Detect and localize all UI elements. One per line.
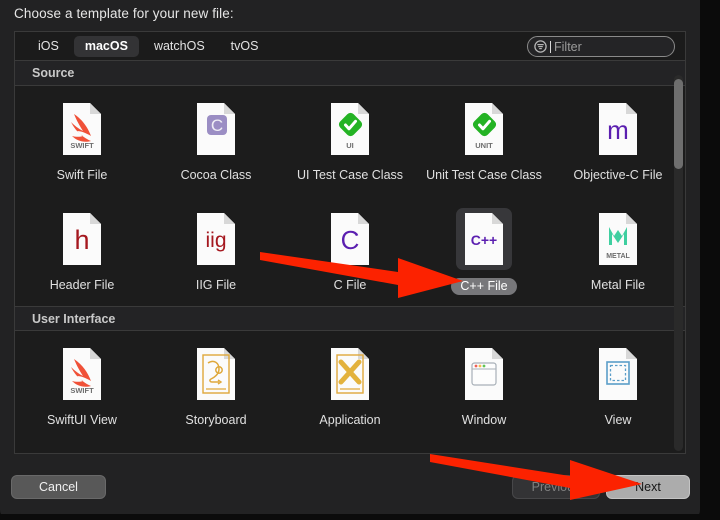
tab-watchos[interactable]: watchOS	[143, 36, 216, 57]
next-button[interactable]: Next	[606, 475, 690, 499]
svg-text:h: h	[74, 225, 89, 255]
section-header-source: Source	[15, 61, 685, 86]
template-item-objective-c-file[interactable]: m Objective-C File	[551, 98, 685, 196]
dialog-footer: Cancel Previous Next	[0, 455, 700, 520]
template-item-unit-test-case-class[interactable]: UNIT Unit Test Case Class	[417, 98, 551, 196]
template-item-application[interactable]: Application	[283, 343, 417, 441]
template-item-metal-file[interactable]: METAL Metal File	[551, 208, 685, 306]
desktop-backdrop-right	[700, 0, 720, 520]
c-file-icon: C	[322, 208, 378, 270]
template-item-label: C File	[333, 278, 367, 292]
swift-file-icon: SWIFT	[54, 98, 110, 160]
template-item-cocoa-class[interactable]: C Cocoa Class	[149, 98, 283, 196]
filter-icon	[534, 40, 547, 53]
filter-placeholder: Filter	[554, 39, 582, 54]
template-row: SWIFT SwiftUI View Storyboard Applicatio…	[15, 331, 685, 441]
svg-text:SWIFT: SWIFT	[70, 386, 94, 395]
svg-text:UI: UI	[346, 141, 354, 150]
svg-text:C++: C++	[471, 232, 497, 248]
unit-test-case-icon: UNIT	[456, 98, 512, 160]
window-icon	[456, 343, 512, 405]
previous-button[interactable]: Previous	[512, 475, 600, 499]
template-item-label: IIG File	[195, 278, 237, 292]
svg-text:iig: iig	[205, 229, 226, 252]
template-list-panel[interactable]: Source SWIFT Swift File C Cocoa Class UI…	[14, 60, 686, 454]
swiftui-view-icon: SWIFT	[54, 343, 110, 405]
template-item-label: Window	[461, 413, 507, 427]
template-item-iig-file[interactable]: iig IIG File	[149, 208, 283, 306]
svg-text:m: m	[607, 115, 629, 145]
cocoa-class-icon: C	[188, 98, 244, 160]
ui-test-case-icon: UI	[322, 98, 378, 160]
template-item-label: Unit Test Case Class	[426, 168, 542, 182]
tab-ios[interactable]: iOS	[27, 36, 70, 57]
header-file-icon: h	[54, 208, 110, 270]
svg-text:UNIT: UNIT	[475, 141, 493, 150]
tab-tvos[interactable]: tvOS	[220, 36, 270, 57]
template-item-cpp-file[interactable]: C++ C++ File	[417, 208, 551, 306]
section-header-user-interface: User Interface	[15, 306, 685, 331]
tab-macos[interactable]: macOS	[73, 35, 139, 57]
template-item-label: UI Test Case Class	[296, 168, 404, 182]
template-item-label: SwiftUI View	[47, 413, 117, 427]
svg-text:C: C	[211, 116, 223, 135]
svg-text:SWIFT: SWIFT	[70, 141, 94, 150]
filter-input[interactable]: Filter	[527, 36, 675, 57]
template-item-window[interactable]: Window	[417, 343, 551, 441]
template-item-label: Header File	[49, 278, 115, 292]
platform-tab-bar: iOS macOS watchOS tvOS Filter	[14, 31, 686, 60]
application-icon	[322, 343, 378, 405]
template-item-label: Swift File	[56, 168, 108, 182]
template-item-ui-test-case-class[interactable]: UI UI Test Case Class	[283, 98, 417, 196]
template-row: SWIFT Swift File C Cocoa Class UI UI Tes…	[15, 86, 685, 196]
template-item-label: Objective-C File	[573, 168, 663, 182]
view-icon	[590, 343, 646, 405]
template-item-storyboard[interactable]: Storyboard	[149, 343, 283, 441]
svg-text:C: C	[341, 225, 360, 255]
metal-file-icon: METAL	[590, 208, 646, 270]
page-title: Choose a template for your new file:	[14, 6, 234, 21]
new-file-template-dialog: Choose a template for your new file: iOS…	[0, 0, 700, 520]
template-item-swiftui-view[interactable]: SWIFT SwiftUI View	[15, 343, 149, 441]
storyboard-icon	[188, 343, 244, 405]
template-item-label: Application	[319, 413, 381, 427]
template-item-swift-file[interactable]: SWIFT Swift File	[15, 98, 149, 196]
iig-file-icon: iig	[188, 208, 244, 270]
objective-c-file-icon: m	[590, 98, 646, 160]
vertical-scrollbar[interactable]	[674, 75, 683, 451]
template-item-label: Metal File	[590, 278, 646, 292]
desktop-backdrop-bottom	[0, 514, 720, 520]
text-cursor	[550, 40, 551, 53]
template-item-label: Storyboard	[185, 413, 247, 427]
cancel-button[interactable]: Cancel	[11, 475, 106, 499]
template-item-label: Cocoa Class	[180, 168, 252, 182]
cpp-file-icon: C++	[456, 208, 512, 270]
template-row: h Header File iig IIG File C C File C++ …	[15, 196, 685, 306]
svg-text:METAL: METAL	[606, 253, 630, 260]
template-item-header-file[interactable]: h Header File	[15, 208, 149, 306]
scrollbar-thumb[interactable]	[674, 79, 683, 169]
template-item-c-file[interactable]: C C File	[283, 208, 417, 306]
template-item-label: View	[604, 413, 632, 427]
template-item-label: C++ File	[451, 278, 517, 295]
template-item-view[interactable]: View	[551, 343, 685, 441]
